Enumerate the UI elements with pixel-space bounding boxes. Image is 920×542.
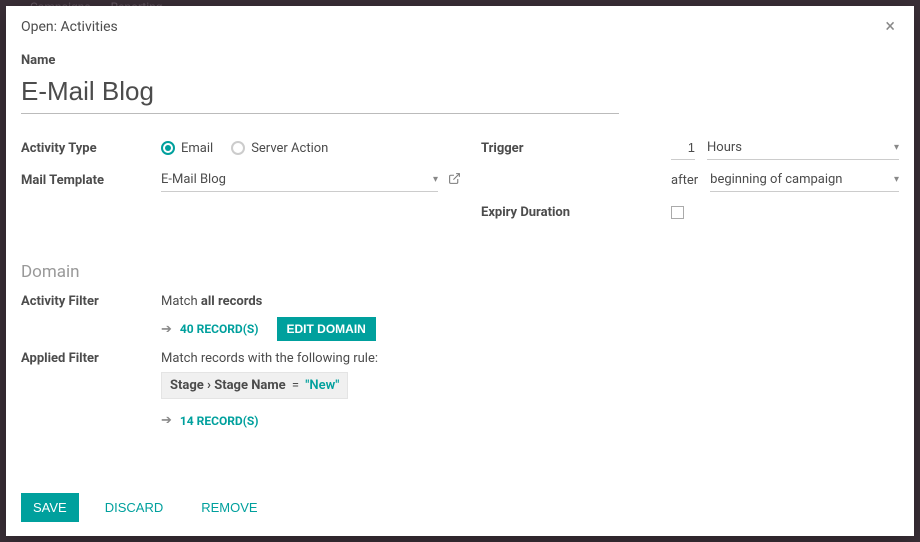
expiry-label: Expiry Duration [481, 205, 671, 220]
mail-template-select[interactable]: E-Mail Blog ▾ [161, 168, 438, 192]
trigger-after-text: after [671, 173, 698, 188]
arrow-right-icon: ➔ [161, 413, 172, 428]
close-icon[interactable]: × [881, 18, 899, 36]
expiry-checkbox[interactable] [671, 206, 684, 219]
name-label: Name [21, 53, 899, 68]
applied-filter-record-link[interactable]: 14 RECORD(S) [180, 414, 259, 428]
external-link-icon[interactable] [448, 172, 461, 189]
modal-title: Open: Activities [21, 19, 118, 35]
chevron-down-icon: ▾ [894, 174, 899, 185]
chevron-down-icon: ▾ [433, 174, 438, 185]
chevron-down-icon: ▾ [894, 142, 899, 153]
trigger-after-select[interactable]: beginning of campaign ▾ [710, 168, 899, 192]
name-input[interactable] [21, 72, 619, 114]
activity-filter-match-text: Match all records [161, 294, 262, 309]
radio-server-action-label: Server Action [251, 141, 328, 156]
trigger-label: Trigger [481, 141, 671, 156]
applied-filter-description: Match records with the following rule: [161, 351, 378, 366]
activity-filter-record-link[interactable]: 40 RECORD(S) [180, 322, 259, 336]
domain-section-title: Domain [21, 262, 899, 282]
radio-email-label: Email [181, 141, 213, 156]
remove-button[interactable]: REMOVE [189, 493, 269, 522]
radio-server-action[interactable]: Server Action [231, 141, 328, 156]
applied-filter-label: Applied Filter [21, 351, 161, 366]
trigger-unit-select[interactable]: Hours ▾ [707, 136, 899, 160]
trigger-unit-value: Hours [707, 140, 742, 155]
activity-filter-label: Activity Filter [21, 294, 161, 309]
discard-button[interactable]: DISCARD [93, 493, 176, 522]
radio-email[interactable]: Email [161, 141, 213, 156]
activity-type-label: Activity Type [21, 141, 161, 156]
applied-filter-rule: Stage › Stage Name = "New" [161, 372, 348, 399]
arrow-right-icon: ➔ [161, 322, 172, 337]
edit-domain-button[interactable]: EDIT DOMAIN [277, 317, 376, 341]
radio-unchecked-icon [231, 141, 245, 155]
mail-template-value: E-Mail Blog [161, 172, 226, 187]
activities-modal: Open: Activities × Name Activity Type Em… [6, 6, 914, 536]
trigger-after-value: beginning of campaign [710, 172, 842, 187]
radio-checked-icon [161, 141, 175, 155]
save-button[interactable]: SAVE [21, 493, 79, 522]
mail-template-label: Mail Template [21, 173, 161, 188]
trigger-interval-input[interactable] [671, 136, 695, 160]
